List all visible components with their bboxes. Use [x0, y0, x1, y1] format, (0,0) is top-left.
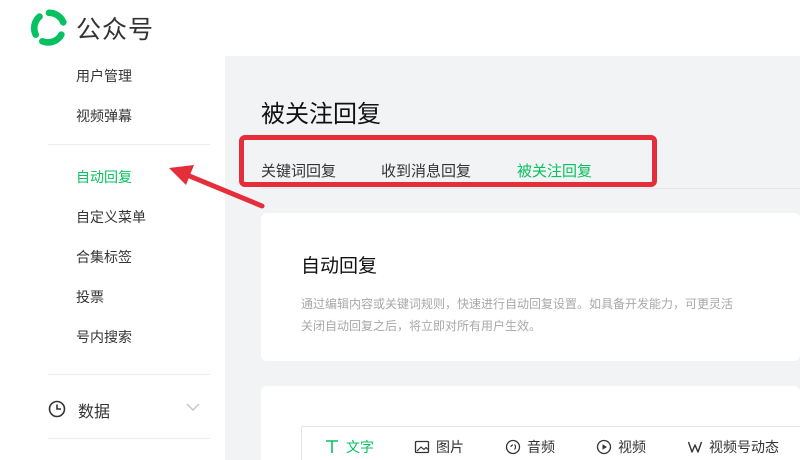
sidebar-group-data[interactable]: 数据	[48, 398, 200, 421]
card-description: 通过编辑内容或关键词规则，快速进行自动回复设置。如具备开发能力，可更灵活 关闭自…	[301, 293, 800, 337]
image-icon	[414, 440, 430, 454]
annotation-arrow-icon	[169, 165, 265, 209]
sidebar-divider	[48, 438, 210, 439]
sidebar-item-user-management[interactable]: 用户管理	[76, 66, 132, 86]
video-icon	[596, 439, 612, 455]
editor-tab-label: 视频号动态	[709, 440, 779, 456]
audio-icon	[505, 439, 521, 455]
text-icon	[326, 440, 338, 453]
editor-tab-label: 音频	[527, 440, 555, 456]
sidebar: 用户管理 视频弹幕 自动回复 自定义菜单 合集标签 投票 号内搜索 数据	[0, 56, 225, 460]
tabs-underline	[261, 188, 800, 189]
sidebar-item-in-account-search[interactable]: 号内搜索	[76, 327, 132, 347]
reply-editor-card: 文字 图片 音频 视频 视频号动态	[261, 386, 800, 460]
card-description-line: 关闭自动回复之后，将立即对所有用户生效。	[301, 319, 542, 333]
sidebar-item-custom-menu[interactable]: 自定义菜单	[76, 207, 146, 227]
card-description-line: 通过编辑内容或关键词规则，快速进行自动回复设置。如具备开发能力，可更灵活	[301, 297, 734, 311]
sidebar-item-vote[interactable]: 投票	[76, 287, 104, 307]
auto-reply-card: 自动回复 通过编辑内容或关键词规则，快速进行自动回复设置。如具备开发能力，可更灵…	[261, 213, 800, 361]
editor-tab-label: 图片	[436, 440, 464, 456]
top-bar: 公众号	[0, 0, 800, 56]
card-title: 自动回复	[301, 255, 378, 277]
sidebar-item-video-danmaku[interactable]: 视频弹幕	[76, 106, 132, 126]
editor-tab-label: 视频	[618, 440, 646, 456]
chevron-down-icon[interactable]	[186, 402, 200, 412]
channels-icon	[687, 441, 703, 453]
wechat-official-account-logo[interactable]	[30, 9, 68, 47]
annotation-highlight-box	[239, 135, 657, 187]
sidebar-item-collection-tags[interactable]: 合集标签	[76, 247, 132, 267]
editor-tab-label: 文字	[346, 440, 374, 456]
page-title: 被关注回复	[261, 100, 381, 128]
main-content: 被关注回复 关键词回复 收到消息回复 被关注回复 自动回复 通过编辑内容或关键词…	[225, 56, 800, 460]
sidebar-item-auto-reply[interactable]: 自动回复	[76, 167, 132, 187]
brand-title: 公众号	[76, 15, 155, 44]
clock-icon	[48, 400, 66, 418]
reply-editor: 文字 图片 音频 视频 视频号动态	[301, 426, 800, 460]
sidebar-divider	[48, 144, 210, 145]
sidebar-divider	[48, 374, 210, 375]
sidebar-group-label: 数据	[78, 402, 111, 421]
